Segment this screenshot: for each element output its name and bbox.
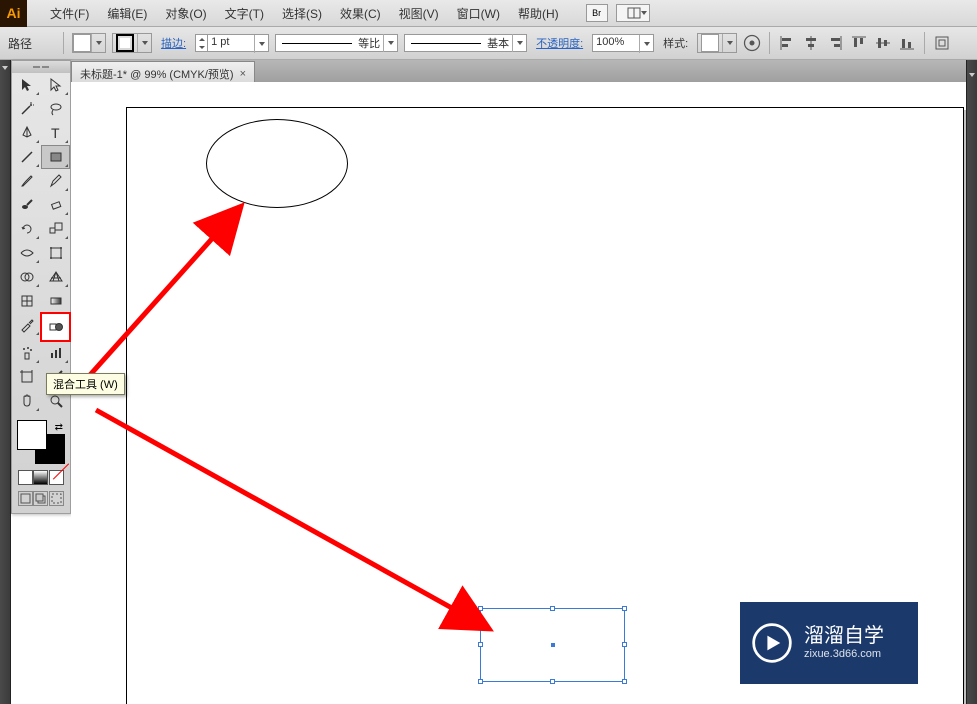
menu-view[interactable]: 视图(V): [390, 5, 448, 22]
opacity-input[interactable]: 100%: [592, 34, 654, 52]
brush-definition[interactable]: 基本: [404, 34, 527, 52]
menu-object[interactable]: 对象(O): [156, 5, 215, 22]
menubar: Ai 文件(F) 编辑(E) 对象(O) 文字(T) 选择(S) 效果(C) 视…: [0, 0, 977, 27]
align-top-button[interactable]: [848, 32, 870, 54]
transform-button[interactable]: [931, 32, 953, 54]
tool-tooltip: 混合工具 (W): [46, 373, 125, 395]
mesh-tool[interactable]: [12, 289, 41, 313]
bridge-button[interactable]: Br: [586, 4, 608, 22]
fill-color[interactable]: [17, 420, 47, 450]
menu-edit[interactable]: 编辑(E): [98, 5, 156, 22]
pencil-tool[interactable]: [41, 169, 70, 193]
free-transform-tool[interactable]: [41, 241, 70, 265]
symbol-sprayer-tool[interactable]: [12, 341, 41, 365]
align-vcenter-button[interactable]: [872, 32, 894, 54]
pen-tool[interactable]: [12, 121, 41, 145]
align-right-button[interactable]: [824, 32, 846, 54]
swap-fill-stroke-icon[interactable]: ⇄: [55, 422, 63, 433]
stroke-weight-value: 1 pt: [208, 35, 254, 51]
lasso-tool[interactable]: [41, 97, 70, 121]
align-left-button[interactable]: [776, 32, 798, 54]
menu-select[interactable]: 选择(S): [273, 5, 331, 22]
chevron-down-icon: [641, 11, 647, 15]
variable-width-profile[interactable]: 等比: [275, 34, 398, 52]
scale-tool[interactable]: [41, 217, 70, 241]
svg-text:T: T: [51, 125, 60, 141]
canvas[interactable]: 溜溜自学 zixue.3d66.com: [71, 82, 966, 704]
draw-behind-button[interactable]: [33, 491, 48, 506]
close-icon[interactable]: ×: [240, 68, 246, 80]
direct-selection-tool[interactable]: [41, 73, 70, 97]
left-dock-strip: [0, 60, 11, 704]
menu-file[interactable]: 文件(F): [41, 5, 98, 22]
none-mode-button[interactable]: [49, 470, 64, 485]
fill-swatch[interactable]: [72, 33, 106, 53]
document-tab[interactable]: 未标题-1* @ 99% (CMYK/预览) ×: [71, 61, 255, 82]
shape-builder-tool[interactable]: [12, 265, 41, 289]
tools-panel-grip[interactable]: [12, 61, 70, 73]
column-graph-tool[interactable]: [41, 341, 70, 365]
document-area: 未标题-1* @ 99% (CMYK/预览) × 溜溜自: [71, 60, 966, 704]
selection-type-label: 路径: [8, 35, 32, 52]
align-hcenter-button[interactable]: [800, 32, 822, 54]
blob-brush-tool[interactable]: [12, 193, 41, 217]
opacity-label[interactable]: 不透明度:: [530, 35, 589, 51]
watermark: 溜溜自学 zixue.3d66.com: [740, 602, 918, 684]
draw-normal-button[interactable]: [18, 491, 33, 506]
eyedropper-tool[interactable]: [12, 313, 41, 337]
artboard-tool[interactable]: [12, 365, 41, 389]
magic-wand-tool[interactable]: [12, 97, 41, 121]
stroke-swatch[interactable]: [112, 33, 152, 53]
graphic-style[interactable]: [697, 33, 737, 53]
tools-panel: T ⇄: [11, 60, 71, 514]
line-segment-tool[interactable]: [12, 145, 41, 169]
gradient-mode-button[interactable]: [33, 470, 48, 485]
align-bottom-button[interactable]: [896, 32, 918, 54]
menu-effect[interactable]: 效果(C): [331, 5, 390, 22]
layout-icon: [627, 7, 641, 19]
stroke-weight-input[interactable]: 1 pt: [195, 34, 269, 52]
color-mode-button[interactable]: [18, 470, 33, 485]
menu-type[interactable]: 文字(T): [216, 5, 273, 22]
document-tab-title: 未标题-1* @ 99% (CMYK/预览): [80, 66, 234, 82]
play-icon: [750, 621, 794, 665]
selection-tool[interactable]: [12, 73, 41, 97]
draw-inside-button[interactable]: [49, 491, 64, 506]
type-tool[interactable]: T: [41, 121, 70, 145]
ellipse-object[interactable]: [206, 119, 348, 208]
arrange-documents-button[interactable]: [616, 4, 650, 22]
paintbrush-tool[interactable]: [12, 169, 41, 193]
stroke-label[interactable]: 描边:: [155, 35, 192, 51]
width-tool[interactable]: [12, 241, 41, 265]
document-tabs: 未标题-1* @ 99% (CMYK/预览) ×: [71, 60, 966, 82]
eraser-tool[interactable]: [41, 193, 70, 217]
right-dock-strip: [966, 60, 977, 704]
dock-toggle-icon[interactable]: [2, 64, 9, 71]
recolor-artwork-button[interactable]: [741, 32, 763, 54]
gradient-tool[interactable]: [41, 289, 70, 313]
rotate-tool[interactable]: [12, 217, 41, 241]
hand-tool[interactable]: [12, 389, 41, 413]
fill-stroke-controls: ⇄: [12, 413, 70, 513]
app-logo: Ai: [0, 0, 27, 27]
style-label: 样式:: [657, 35, 694, 51]
menu-window[interactable]: 窗口(W): [448, 5, 509, 22]
blend-tool[interactable]: [40, 312, 71, 342]
rectangle-tool[interactable]: [41, 145, 70, 169]
rectangle-object[interactable]: [480, 608, 625, 682]
perspective-grid-tool[interactable]: [41, 265, 70, 289]
watermark-url: zixue.3d66.com: [804, 648, 884, 661]
menu-help[interactable]: 帮助(H): [509, 5, 568, 22]
watermark-title: 溜溜自学: [804, 624, 884, 648]
dock-toggle-icon[interactable]: [969, 64, 976, 71]
control-bar: 路径 描边: 1 pt 等比 基本 不透明度: 100% 样式:: [0, 27, 977, 60]
